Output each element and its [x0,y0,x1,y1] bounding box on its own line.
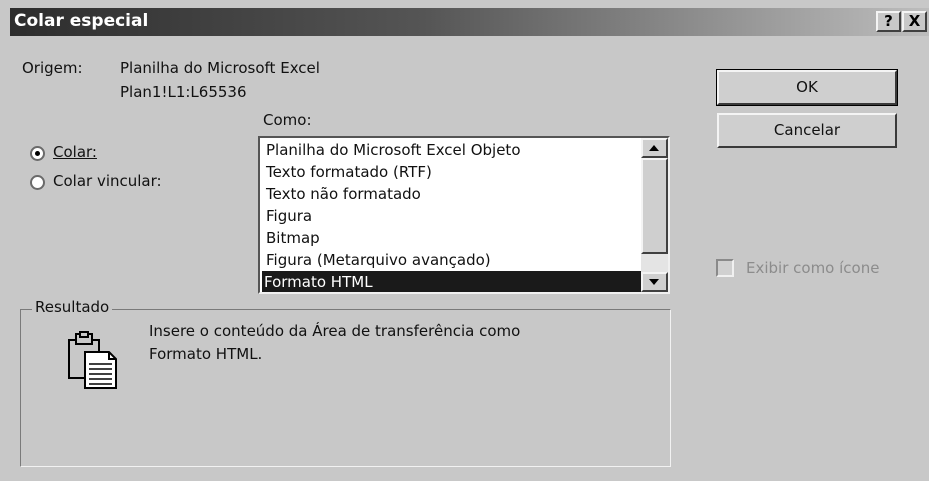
paste-radio[interactable] [30,146,45,161]
close-button[interactable]: X [902,11,927,32]
list-item[interactable]: Texto não formatado [264,183,639,205]
title-bar[interactable]: Colar especial ? X [10,8,929,36]
list-item-selected[interactable]: Formato HTML [262,271,641,292]
list-item[interactable]: Figura (Metarquivo avançado) [264,249,639,271]
scroll-thumb[interactable] [641,158,668,254]
scroll-up-button[interactable] [641,138,668,158]
paste-special-dialog: Colar especial ? X Origem: Planilha do M… [0,0,929,481]
source-label: Origem: [22,59,83,77]
clipboard-icon-svg [68,331,117,389]
paste-link-radio[interactable] [30,175,45,190]
display-as-icon-label[interactable]: Exibir como ícone [746,259,879,277]
ok-button[interactable]: OK [716,69,898,106]
result-line-1: Insere o conteúdo da Área de transferênc… [149,322,521,340]
display-as-icon-checkbox[interactable] [716,259,734,277]
dialog-title: Colar especial [14,11,149,31]
list-item[interactable]: Planilha do Microsoft Excel Objeto [264,139,639,161]
source-range: Plan1!L1:L65536 [120,83,247,101]
format-listbox[interactable]: Planilha do Microsoft Excel Objeto Texto… [258,136,670,294]
radio-selected-dot [35,151,40,156]
paste-radio-label[interactable]: Colar: [53,143,97,161]
result-legend: Resultado [32,298,113,316]
list-item[interactable]: Figura [264,205,639,227]
list-item[interactable]: Bitmap [264,227,639,249]
listbox-scrollbar[interactable] [641,138,668,292]
paste-link-radio-label[interactable]: Colar vincular: [53,172,162,190]
list-item[interactable]: Texto formatado (RTF) [264,161,639,183]
scroll-down-arrow-icon [649,279,659,285]
clipboard-icon [64,330,124,390]
format-list-label: Como: [263,111,312,129]
scroll-up-arrow-icon [649,145,659,151]
help-button[interactable]: ? [876,11,901,32]
result-line-2: Formato HTML. [149,345,263,363]
scroll-down-button[interactable] [641,272,668,292]
source-name: Planilha do Microsoft Excel [120,59,320,77]
cancel-button[interactable]: Cancelar [717,113,897,148]
result-description: Insere o conteúdo da Área de transferênc… [149,320,649,366]
